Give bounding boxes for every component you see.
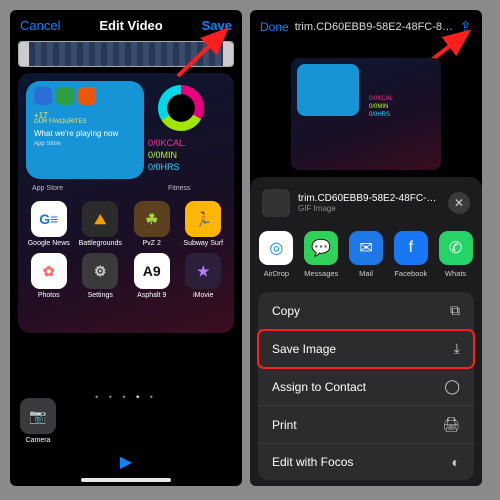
widget-label-fitness: Fitness [168,185,191,192]
done-button[interactable]: Done [260,20,289,34]
app-imovie[interactable]: ★ iMovie [181,253,227,299]
app-label: Google News [28,240,70,247]
nav-bar: Done trim.CD60EBB9-58E2-48FC-855… ⇪ [250,10,482,40]
play-button[interactable]: ▶ [10,452,242,472]
file-thumb [262,189,290,217]
file-header: trim.CD60EBB9-58E2-48FC-8552-7… GIF Imag… [250,185,482,227]
app-battlegrounds[interactable]: ⛰ Battlegrounds [78,201,124,247]
action-print[interactable]: Print 🖨 [258,406,474,444]
widget-badge: +17 [34,111,48,121]
action-icon: ◐ [452,454,460,470]
action-edit-with-focos[interactable]: Edit with Focos ◐ [258,444,474,480]
share-icon[interactable]: ⇪ [459,18,472,36]
share-icon: ◎ [259,231,293,265]
trim-handle-right[interactable] [223,42,233,66]
action-label: Save Image [272,342,336,356]
share-airdrop[interactable]: ◎ AirDrop [259,231,293,278]
app-icon: ★ [185,253,221,289]
action-label: Edit with Focos [272,455,353,469]
file-type: GIF Image [298,204,440,213]
fitness-stats: 0/0KCAL 0/0MIN 0/0HRS [148,137,184,173]
video-preview-homescreen: +17 OUR FAVOURITES What we're playing no… [18,73,234,333]
share-whats[interactable]: ✆ Whats [439,231,473,278]
cancel-button[interactable]: Cancel [20,18,60,33]
share-sheet: trim.CD60EBB9-58E2-48FC-8552-7… GIF Imag… [250,177,482,486]
widget-sub: App Store [34,141,136,149]
app-icon: ⛰ [82,201,118,237]
preview-stats: 0/0KCAL 0/0MIN 0/0HRS [369,96,393,119]
trim-filmstrip[interactable] [29,42,223,66]
share-icon: f [394,231,428,265]
widget-label-appstore: App Store [32,185,63,192]
share-targets: ◎ AirDrop 💬 Messages ✉ Mail f Facebook ✆ Whats [250,227,482,288]
app-pvz-2[interactable]: ☘ PvZ 2 [129,201,175,247]
action-icon: ⧉ [450,302,460,319]
app-subway-surf[interactable]: 🏃 Subway Surf [181,201,227,247]
trim-handle-left[interactable] [19,42,29,66]
app-settings[interactable]: ⚙ Settings [78,253,124,299]
file-name: trim.CD60EBB9-58E2-48FC-8552-7… [298,193,440,204]
share-icon: 💬 [304,231,338,265]
action-label: Assign to Contact [272,380,366,394]
home-indicator [81,478,171,482]
phone-share-sheet: Done trim.CD60EBB9-58E2-48FC-855… ⇪ 0/0K… [250,10,482,486]
share-facebook[interactable]: f Facebook [394,231,428,278]
appstore-widget: +17 OUR FAVOURITES What we're playing no… [26,81,144,179]
app-icon: ⚙ [82,253,118,289]
app-asphalt-9[interactable]: A9 Asphalt 9 [129,253,175,299]
gif-preview: 0/0KCAL 0/0MIN 0/0HRS [291,58,441,170]
app-label: Camera [26,437,51,444]
phone-edit-video: Cancel Edit Video Save +17 OUR FAVOURITE… [10,10,242,486]
app-icon: G≡ [31,201,67,237]
app-icon: 📷 [20,398,56,434]
app-grid: G≡ Google News ⛰ Battlegrounds ☘ PvZ 2 🏃 Subway… [26,201,226,299]
share-label: Mail [359,269,373,278]
close-button[interactable]: ✕ [448,192,470,214]
save-button[interactable]: Save [202,18,232,33]
app-icon: A9 [134,253,170,289]
action-label: Copy [272,304,300,318]
nav-bar: Cancel Edit Video Save [10,10,242,37]
app-camera[interactable]: 📷 Camera [20,398,56,444]
app-label: Settings [88,292,113,299]
app-label: Asphalt 9 [137,292,166,299]
nav-title: Edit Video [99,18,162,33]
share-label: AirDrop [264,269,289,278]
widget-heading: OUR FAVOURITES [34,119,136,127]
widget-line: What we're playing now [34,129,136,139]
app-icon: ☘ [134,201,170,237]
share-label: Facebook [394,269,427,278]
app-google-news[interactable]: G≡ Google News [26,201,72,247]
share-mail[interactable]: ✉ Mail [349,231,383,278]
app-photos[interactable]: ✿ Photos [26,253,72,299]
app-icon: 🏃 [185,201,221,237]
dock: 📷 Camera [20,398,56,444]
action-assign-to-contact[interactable]: Assign to Contact ◯ [258,368,474,406]
share-label: Messages [304,269,338,278]
app-label: PvZ 2 [143,240,161,247]
action-copy[interactable]: Copy ⧉ [258,292,474,330]
action-icon: ⤓ [454,340,460,357]
app-label: iMovie [193,292,213,299]
share-icon: ✉ [349,231,383,265]
action-list: Copy ⧉ Save Image ⤓ Assign to Contact ◯ Print 🖨… [258,292,474,480]
fitness-rings-icon [158,85,204,131]
action-label: Print [272,418,297,432]
action-icon: 🖨 [442,416,460,433]
action-save-image[interactable]: Save Image ⤓ [258,330,474,368]
share-messages[interactable]: 💬 Messages [304,231,338,278]
action-icon: ◯ [444,378,460,395]
app-icon: ✿ [31,253,67,289]
preview-widget [297,64,359,116]
app-label: Photos [38,292,60,299]
share-label: Whats [445,269,466,278]
share-icon: ✆ [439,231,473,265]
app-label: Battlegrounds [79,240,122,247]
video-trim-bar[interactable] [18,41,234,67]
app-label: Subway Surf [183,240,223,247]
nav-filename: trim.CD60EBB9-58E2-48FC-855… [295,21,454,33]
